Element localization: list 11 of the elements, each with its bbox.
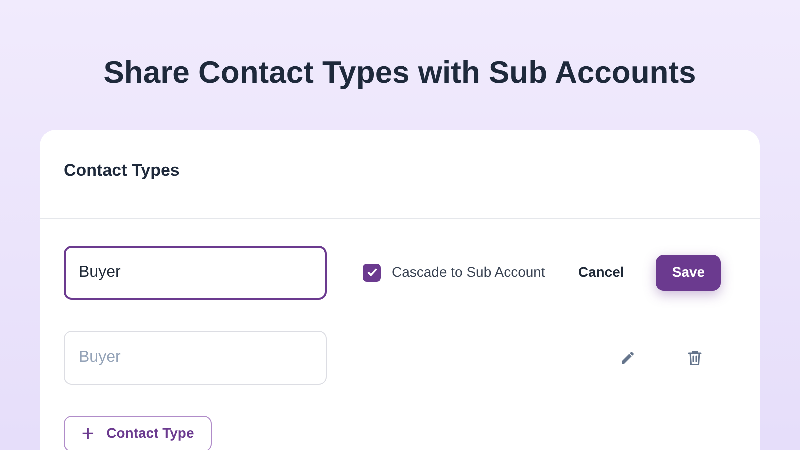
add-contact-type-button[interactable]: + Contact Type xyxy=(64,416,212,450)
cancel-button[interactable]: Cancel xyxy=(578,262,624,283)
card-title: Contact Types xyxy=(64,160,181,182)
cascade-label: Cascade to Sub Account xyxy=(392,263,546,282)
page-title: Share Contact Types with Sub Accounts xyxy=(104,54,696,92)
pencil-icon[interactable] xyxy=(620,350,636,366)
checkmark-icon xyxy=(366,267,378,278)
contact-type-field[interactable]: Buyer xyxy=(64,246,327,300)
save-button[interactable]: Save xyxy=(656,254,722,290)
cascade-checkbox[interactable] xyxy=(363,264,381,282)
trash-icon[interactable] xyxy=(686,348,704,366)
